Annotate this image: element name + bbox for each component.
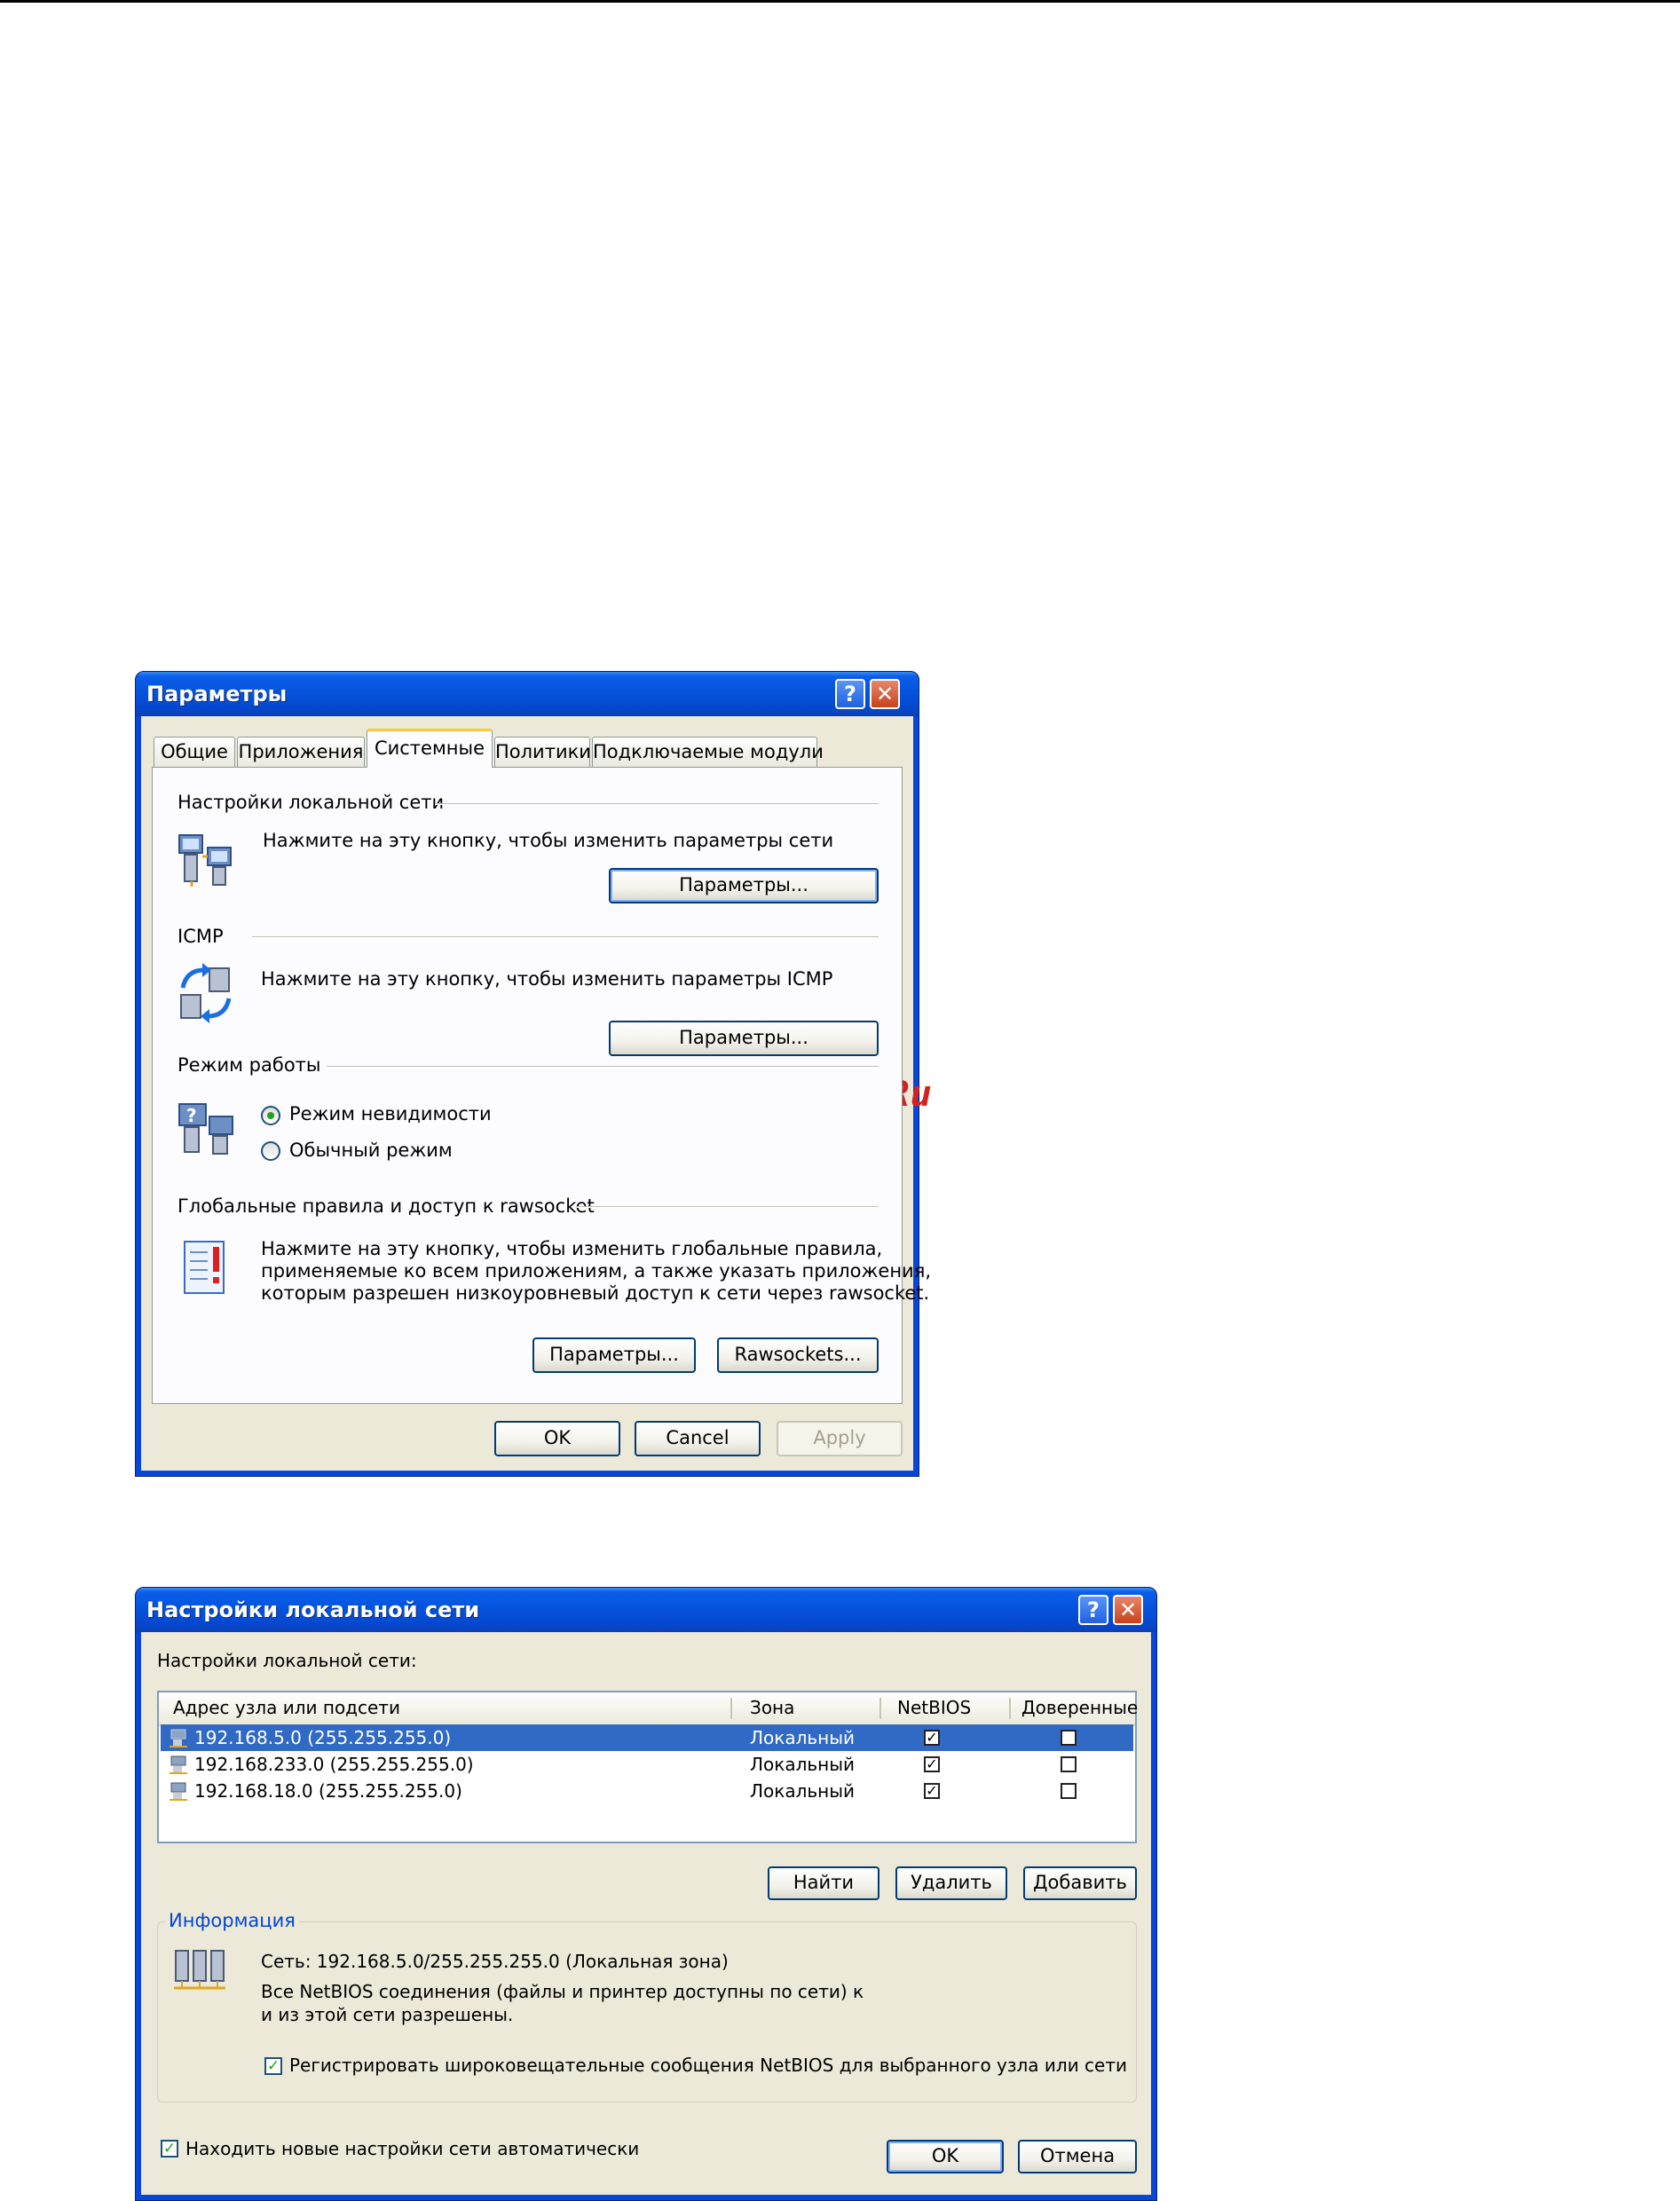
stealth-mode-radio[interactable] (261, 1106, 280, 1125)
column-netbios[interactable]: NetBIOS (897, 1692, 971, 1723)
normal-mode-radio[interactable] (261, 1141, 280, 1161)
lan-settings-title: Настройки локальной сети (146, 1598, 480, 1622)
rules-description-line-3: которым разрешен низкоуровневый доступ к… (261, 1282, 930, 1304)
column-trusted[interactable]: Доверенные (1021, 1692, 1138, 1723)
icmp-divider (252, 936, 879, 938)
info-group: Информация Сеть: 192.168.5.0/255.255.255… (157, 1910, 1137, 2102)
row-trusted-checkbox[interactable] (1061, 1783, 1077, 1799)
auto-detect-label[interactable]: Находить новые настройки сети автоматиче… (185, 2138, 639, 2159)
svg-text:?: ? (186, 1105, 197, 1126)
ok-button[interactable]: OK (494, 1421, 620, 1456)
subnet-icon (170, 1782, 187, 1801)
network-info-icon (174, 1950, 225, 1990)
auto-detect-checkbox[interactable]: ✓ (161, 2140, 178, 2158)
icmp-parameters-button[interactable]: Параметры... (609, 1021, 879, 1056)
tab-plugins[interactable]: Подключаемые модули (592, 737, 824, 767)
find-button[interactable]: Найти (768, 1866, 879, 1900)
info-title: Информация (165, 1910, 299, 1931)
close-button[interactable]: ✕ (870, 679, 900, 709)
info-network: Сеть: 192.168.5.0/255.255.255.0 (Локальн… (261, 1951, 729, 1972)
info-netbios-line-1: Все NetBIOS соединения (файлы и принтер … (261, 1981, 864, 2002)
add-button[interactable]: Добавить (1023, 1866, 1137, 1900)
system-tab-panel: Настройки локальной сети Нажмите на эту … (152, 767, 931, 1404)
mode-divider (327, 1066, 879, 1068)
subnet-icon (170, 1729, 187, 1747)
register-broadcast-checkbox[interactable]: ✓ (264, 2057, 282, 2075)
lan-heading: Настройки локальной сети (177, 792, 445, 813)
row-trusted-checkbox[interactable] (1061, 1730, 1077, 1746)
page-top-rule (0, 0, 1680, 3)
table-row[interactable]: 192.168.18.0 (255.255.255.0) Локальный ✓ (161, 1778, 1133, 1804)
stealth-mode-label[interactable]: Режим невидимости (289, 1103, 492, 1124)
row-netbios-checkbox[interactable]: ✓ (924, 1783, 940, 1799)
row-zone: Локальный (750, 1754, 856, 1775)
rules-description-line-2: применяемые ко всем приложениям, а также… (261, 1260, 932, 1282)
lan-description: Нажмите на эту кнопку, чтобы изменить па… (263, 830, 834, 851)
cancel-button[interactable]: Cancel (635, 1421, 761, 1456)
tab-applications[interactable]: Приложения (237, 737, 365, 767)
row-zone: Локальный (750, 1780, 856, 1802)
help-button[interactable]: ? (1078, 1595, 1108, 1625)
row-netbios-checkbox[interactable]: ✓ (924, 1756, 940, 1772)
row-zone: Локальный (750, 1727, 856, 1748)
row-netbios-checkbox[interactable]: ✓ (924, 1730, 940, 1746)
column-zone[interactable]: Зона (750, 1692, 794, 1723)
apply-button[interactable]: Apply (777, 1421, 903, 1456)
tab-system[interactable]: Системные (367, 729, 493, 768)
row-trusted-checkbox[interactable] (1061, 1756, 1077, 1772)
rules-document-icon (184, 1241, 225, 1294)
icmp-heading: ICMP (177, 926, 224, 947)
icmp-exchange-icon (180, 963, 232, 1023)
lan-settings-dialog: Настройки локальной сети ? ✕ Настройки л… (135, 1587, 1157, 2201)
close-button[interactable]: ✕ (1113, 1595, 1143, 1625)
rawsockets-button[interactable]: Rawsockets... (717, 1337, 879, 1373)
rules-description-line-1: Нажмите на эту кнопку, чтобы изменить гл… (261, 1238, 883, 1259)
parameters-titlebar[interactable]: Параметры ? ✕ (136, 672, 919, 716)
list-label: Настройки локальной сети: (157, 1650, 417, 1671)
help-button[interactable]: ? (835, 679, 865, 709)
parameters-title: Параметры (146, 682, 288, 706)
row-address: 192.168.5.0 (255.255.255.0) (194, 1727, 452, 1748)
info-netbios-line-2: и из этой сети разрешены. (261, 2004, 514, 2025)
subnet-icon (170, 1755, 187, 1774)
tab-policies[interactable]: Политики (494, 737, 591, 767)
network-computers-icon (178, 834, 232, 887)
delete-button[interactable]: Удалить (895, 1866, 1007, 1900)
normal-mode-label[interactable]: Обычный режим (289, 1140, 453, 1161)
row-address: 192.168.233.0 (255.255.255.0) (194, 1754, 474, 1775)
parameters-client: Общие Приложения Системные Политики Подк… (141, 716, 931, 1471)
column-address[interactable]: Адрес узла или подсети (173, 1692, 400, 1723)
parameters-dialog: Параметры ? ✕ Общие Приложения Системные… (135, 671, 931, 1477)
cancel-button[interactable]: Отмена (1018, 2140, 1137, 2173)
table-row[interactable]: 192.168.5.0 (255.255.255.0) Локальный ✓ (161, 1724, 1133, 1751)
lan-settings-titlebar[interactable]: Настройки локальной сети ? ✕ (136, 1588, 1156, 1632)
register-broadcast-label[interactable]: Регистрировать широковещательные сообщен… (289, 2055, 1127, 2076)
rules-parameters-button[interactable]: Параметры... (532, 1337, 696, 1373)
network-list[interactable]: Адрес узла или подсети Зона NetBIOS Дове… (157, 1691, 1138, 1843)
mode-heading: Режим работы (177, 1054, 321, 1076)
lan-parameters-button[interactable]: Параметры... (609, 868, 879, 903)
table-row[interactable]: 192.168.233.0 (255.255.255.0) Локальный … (161, 1751, 1133, 1778)
rules-heading: Глобальные правила и доступ к rawsocket (177, 1195, 595, 1217)
list-header: Адрес узла или подсети Зона NetBIOS Дове… (159, 1692, 1138, 1726)
lan-settings-client: Настройки локальной сети: Адрес узла или… (141, 1632, 1151, 2195)
tab-general[interactable]: Общие (154, 737, 235, 767)
network-help-icon: ? (178, 1103, 233, 1155)
rules-divider (577, 1206, 879, 1208)
lan-divider (435, 803, 879, 805)
row-address: 192.168.18.0 (255.255.255.0) (194, 1780, 462, 1802)
ok-button[interactable]: OK (887, 2140, 1004, 2173)
icmp-description: Нажмите на эту кнопку, чтобы изменить па… (261, 968, 833, 990)
